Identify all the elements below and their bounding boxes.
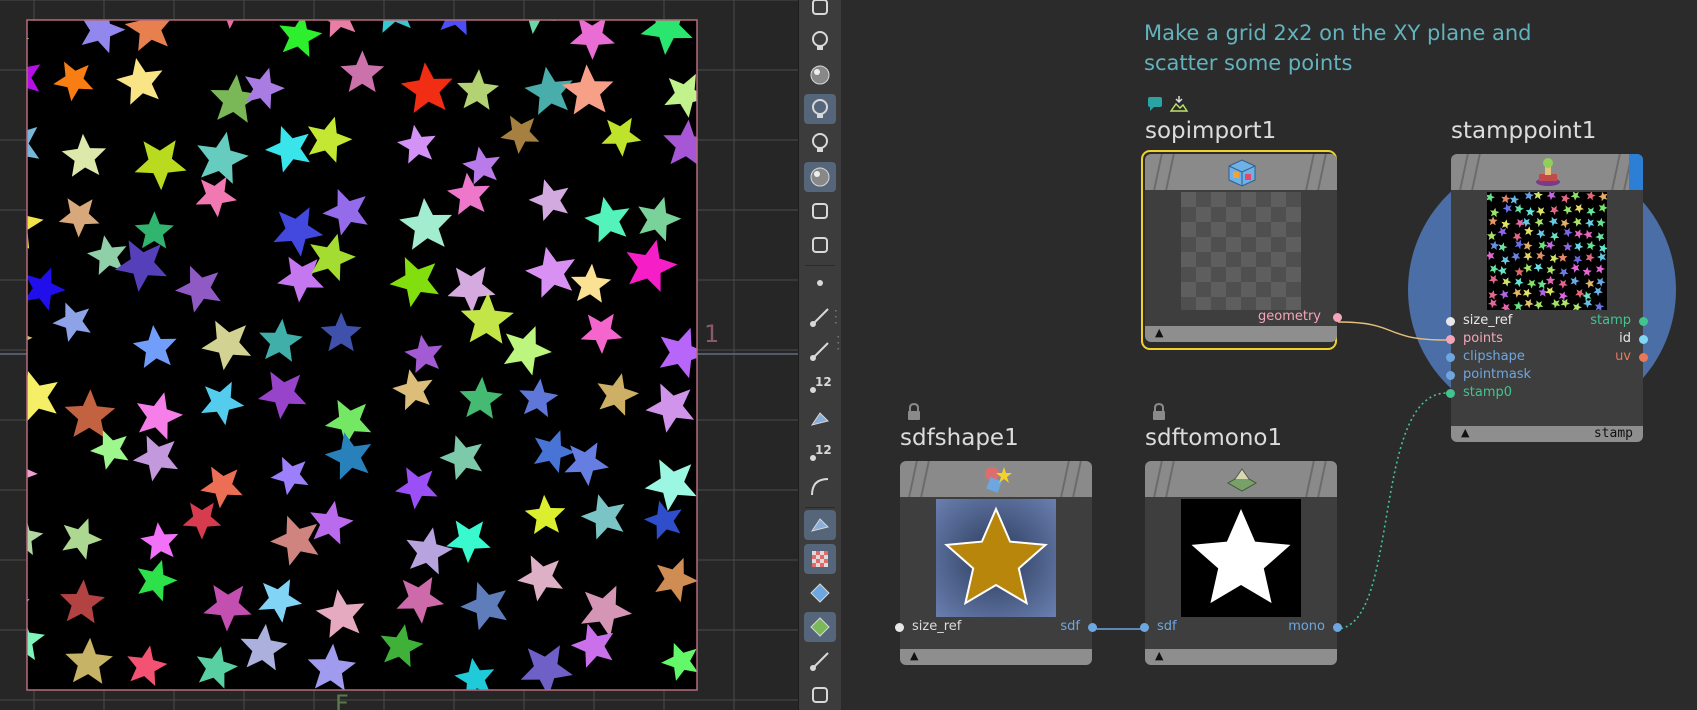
toolbar-separator xyxy=(805,265,835,266)
node-footer[interactable]: ▲ xyxy=(900,649,1092,665)
viewport-label-f: F xyxy=(335,690,349,710)
lighting-icon[interactable] xyxy=(804,94,836,124)
dropper-icon[interactable] xyxy=(804,336,836,366)
node-title[interactable]: stamppoint1 xyxy=(1451,118,1596,144)
shading-icon[interactable] xyxy=(804,162,836,192)
uv-display-icon[interactable] xyxy=(804,510,836,540)
input-port-pointmask[interactable] xyxy=(1446,371,1455,380)
sdftomono-icon xyxy=(1226,468,1258,492)
viewport-star xyxy=(27,598,30,629)
node-header[interactable] xyxy=(1451,154,1643,190)
pin-icon[interactable] xyxy=(804,646,836,676)
import-badge-icon[interactable] xyxy=(1169,95,1189,117)
node-footer[interactable]: ▲ xyxy=(1145,649,1337,665)
input-port-size_ref[interactable] xyxy=(1446,317,1455,326)
sdftomono-preview xyxy=(1181,499,1301,617)
output-port-mono[interactable] xyxy=(1333,623,1342,632)
node-sdfshape1[interactable]: sdfshape1 size_ref sdf ▲ xyxy=(895,402,1097,665)
camera-view-icon[interactable] xyxy=(804,230,836,260)
output-port-stamp[interactable] xyxy=(1639,317,1648,326)
sticky-note[interactable]: Make a grid 2x2 on the XY plane and scat… xyxy=(1144,18,1564,78)
primitive-numbers-icon[interactable]: 12 xyxy=(804,438,836,468)
node-footer[interactable]: ▲ stamp xyxy=(1451,426,1643,442)
stamp-display-icon[interactable] xyxy=(804,612,836,642)
comment-icon[interactable] xyxy=(1146,96,1164,116)
collapse-triangle-icon[interactable]: ▲ xyxy=(1155,326,1163,339)
display-flag[interactable] xyxy=(1629,154,1643,190)
empty-preview-checker xyxy=(1181,192,1301,310)
output-label-uv: uv xyxy=(1615,349,1631,364)
input-port-clipshape[interactable] xyxy=(1446,353,1455,362)
input-label-clipshape: clipshape xyxy=(1463,349,1525,364)
viewport-label-1: 1 xyxy=(704,320,720,348)
geometry-display-icon[interactable] xyxy=(804,578,836,608)
node-body: geometry xyxy=(1145,190,1342,326)
input-label-size_ref: size_ref xyxy=(1463,313,1513,328)
output-port-geometry[interactable] xyxy=(1333,313,1342,322)
collapse-triangle-icon[interactable]: ▲ xyxy=(1155,649,1163,662)
node-title[interactable]: sdfshape1 xyxy=(900,425,1019,451)
wire-mono-stamp0[interactable] xyxy=(1335,392,1448,630)
toolbar-separator xyxy=(805,507,835,508)
input-port-sdf[interactable] xyxy=(1140,623,1149,632)
show-guides-icon[interactable] xyxy=(804,196,836,226)
node-title[interactable]: sopimport1 xyxy=(1145,118,1276,144)
sdfshape-preview xyxy=(936,499,1056,617)
node-body: size_ref sdf xyxy=(895,497,1097,649)
input-port-points[interactable] xyxy=(1446,335,1455,344)
headlight-icon[interactable] xyxy=(804,128,836,158)
output-port-uv[interactable] xyxy=(1639,353,1648,362)
output-port-id[interactable] xyxy=(1639,335,1648,344)
pane-splitter-handle[interactable] xyxy=(834,300,840,370)
curve-icon[interactable] xyxy=(804,472,836,502)
output-label-sdf: sdf xyxy=(1060,619,1080,634)
brush-icon[interactable] xyxy=(804,302,836,332)
input-label-size-ref: size_ref xyxy=(912,619,962,634)
output-label-mono: mono xyxy=(1288,619,1325,634)
input-label-sdf: sdf xyxy=(1157,619,1177,634)
sdfshape-icon xyxy=(985,467,1012,493)
svg-text:12: 12 xyxy=(815,443,832,457)
light-bulb-icon[interactable] xyxy=(804,26,836,56)
lock-icon[interactable] xyxy=(906,402,922,425)
sopimport-icon xyxy=(1228,159,1256,187)
collapse-triangle-icon[interactable]: ▲ xyxy=(910,649,918,662)
node-sdftomono1[interactable]: sdftomono1 sdf mono ▲ xyxy=(1140,402,1342,665)
lock-icon[interactable] xyxy=(1151,402,1167,425)
point-display-icon[interactable] xyxy=(804,268,836,298)
node-body: sdf mono xyxy=(1140,497,1342,649)
output-label-stamp: stamp xyxy=(1590,313,1631,328)
viewport-star xyxy=(27,37,30,40)
output-label-geometry: geometry xyxy=(1257,309,1321,324)
input-port-size-ref[interactable] xyxy=(895,623,904,632)
node-footer[interactable]: ▲ xyxy=(1145,326,1337,342)
input-port-stamp0[interactable] xyxy=(1446,389,1455,398)
input-label-stamp0: stamp0 xyxy=(1463,385,1513,400)
node-header[interactable] xyxy=(1145,154,1337,190)
viewport-canvas[interactable] xyxy=(0,0,798,710)
output-label-id: id xyxy=(1619,331,1631,346)
svg-text:12: 12 xyxy=(815,375,832,389)
display-options-icon[interactable] xyxy=(804,60,836,90)
checker-icon[interactable] xyxy=(804,544,836,574)
layer-icon[interactable] xyxy=(804,680,836,710)
node-sopimport1[interactable]: sopimport1 geometry ▲ xyxy=(1141,118,1342,350)
node-header[interactable] xyxy=(900,461,1092,497)
stamp-icon xyxy=(1536,158,1560,186)
node-header[interactable] xyxy=(1145,461,1337,497)
collapse-triangle-icon[interactable]: ▲ xyxy=(1461,426,1469,439)
scene-viewport[interactable]: 1 F xyxy=(0,0,798,710)
paint-icon[interactable] xyxy=(804,404,836,434)
network-editor[interactable]: Make a grid 2x2 on the XY plane and scat… xyxy=(841,0,1697,710)
stamp-preview xyxy=(1487,192,1607,310)
input-label-pointmask: pointmask xyxy=(1463,367,1532,382)
node-stamppoint1[interactable]: stamppoint1 ▲ stamp size_refpoints clipsh… xyxy=(1446,118,1648,442)
new-object-icon[interactable] xyxy=(804,0,836,22)
output-port-sdf[interactable] xyxy=(1088,623,1097,632)
node-footer-label: stamp xyxy=(1593,426,1633,441)
input-label-points: points xyxy=(1463,331,1503,346)
point-numbers-icon[interactable]: 12 xyxy=(804,370,836,400)
node-title[interactable]: sdftomono1 xyxy=(1145,425,1282,451)
